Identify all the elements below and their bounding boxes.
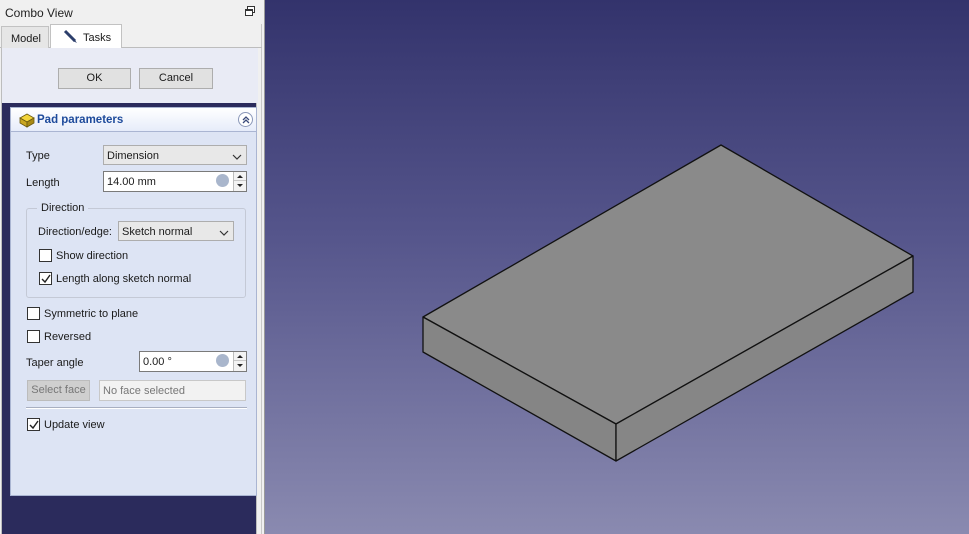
- face-field-value: No face selected: [103, 385, 185, 397]
- combo-view-panel: Combo View Model Tasks OK Cancel Pad par…: [0, 0, 262, 534]
- 3d-viewport[interactable]: [264, 0, 969, 534]
- expression-icon[interactable]: [216, 354, 229, 367]
- update-view-label: Update view: [44, 419, 105, 431]
- direction-group: Direction Direction/edge: Sketch normal …: [26, 202, 246, 298]
- direction-group-label: Direction: [37, 202, 89, 214]
- ok-button[interactable]: OK: [58, 68, 131, 89]
- dialog-button-strip: OK Cancel: [2, 48, 258, 103]
- taper-angle-value: 0.00 °: [143, 356, 172, 368]
- length-stepper[interactable]: [233, 172, 246, 191]
- combo-view-title: Combo View: [5, 6, 73, 20]
- reversed-label: Reversed: [44, 331, 92, 343]
- pad-parameters-title: Pad parameters: [37, 114, 124, 126]
- pencil-icon: [63, 29, 79, 45]
- face-field: No face selected: [99, 380, 246, 401]
- collapse-icon[interactable]: [238, 112, 253, 127]
- direction-edge-label: Direction/edge:: [38, 226, 112, 238]
- length-input[interactable]: 14.00 mm: [103, 171, 247, 192]
- length-label: Length: [26, 177, 60, 189]
- length-along-normal-label: Length along sketch normal: [56, 273, 192, 285]
- pad-parameters-box: Pad parameters Type Dimension Length 14.…: [10, 107, 257, 496]
- checkmark-icon: [29, 420, 39, 430]
- show-direction-checkbox[interactable]: [39, 249, 52, 262]
- length-along-normal-checkbox[interactable]: [39, 272, 52, 285]
- stepper-up-icon[interactable]: [234, 352, 246, 361]
- chevron-down-icon: [219, 228, 229, 236]
- type-label: Type: [26, 150, 50, 162]
- direction-edge-value: Sketch normal: [122, 226, 193, 238]
- separator: [26, 407, 247, 409]
- tab-tasks[interactable]: Tasks: [50, 24, 122, 49]
- pad-icon: [19, 112, 35, 128]
- cancel-button[interactable]: Cancel: [139, 68, 213, 89]
- update-view-checkbox[interactable]: [27, 418, 40, 431]
- direction-edge-select[interactable]: Sketch normal: [118, 221, 234, 241]
- reversed-checkbox[interactable]: [27, 330, 40, 343]
- tasks-area: OK Cancel Pad parameters Type Dimension: [1, 48, 258, 534]
- padded-solid[interactable]: [265, 0, 969, 534]
- stepper-down-icon[interactable]: [234, 361, 246, 370]
- symmetric-label: Symmetric to plane: [44, 308, 139, 320]
- combo-tabbar: Model Tasks: [0, 24, 262, 49]
- stepper-down-icon[interactable]: [234, 181, 246, 190]
- stepper-up-icon[interactable]: [234, 172, 246, 181]
- tab-model-label: Model: [11, 33, 41, 45]
- taper-angle-label: Taper angle: [26, 357, 84, 369]
- undock-icon[interactable]: [244, 5, 256, 17]
- tab-tasks-label: Tasks: [83, 32, 112, 44]
- chevron-down-icon: [232, 152, 242, 160]
- select-face-button[interactable]: Select face: [27, 380, 90, 401]
- expression-icon[interactable]: [216, 174, 229, 187]
- tab-model[interactable]: Model: [1, 26, 49, 48]
- length-value: 14.00 mm: [107, 176, 156, 188]
- checkmark-icon: [41, 274, 51, 284]
- taper-angle-input[interactable]: 0.00 °: [139, 351, 247, 372]
- pad-parameters-header[interactable]: Pad parameters: [11, 108, 256, 132]
- combo-view-titlebar: Combo View: [0, 0, 262, 24]
- type-select[interactable]: Dimension: [103, 145, 247, 165]
- symmetric-checkbox[interactable]: [27, 307, 40, 320]
- type-select-value: Dimension: [107, 150, 159, 162]
- taper-angle-stepper[interactable]: [233, 352, 246, 371]
- show-direction-label: Show direction: [56, 250, 129, 262]
